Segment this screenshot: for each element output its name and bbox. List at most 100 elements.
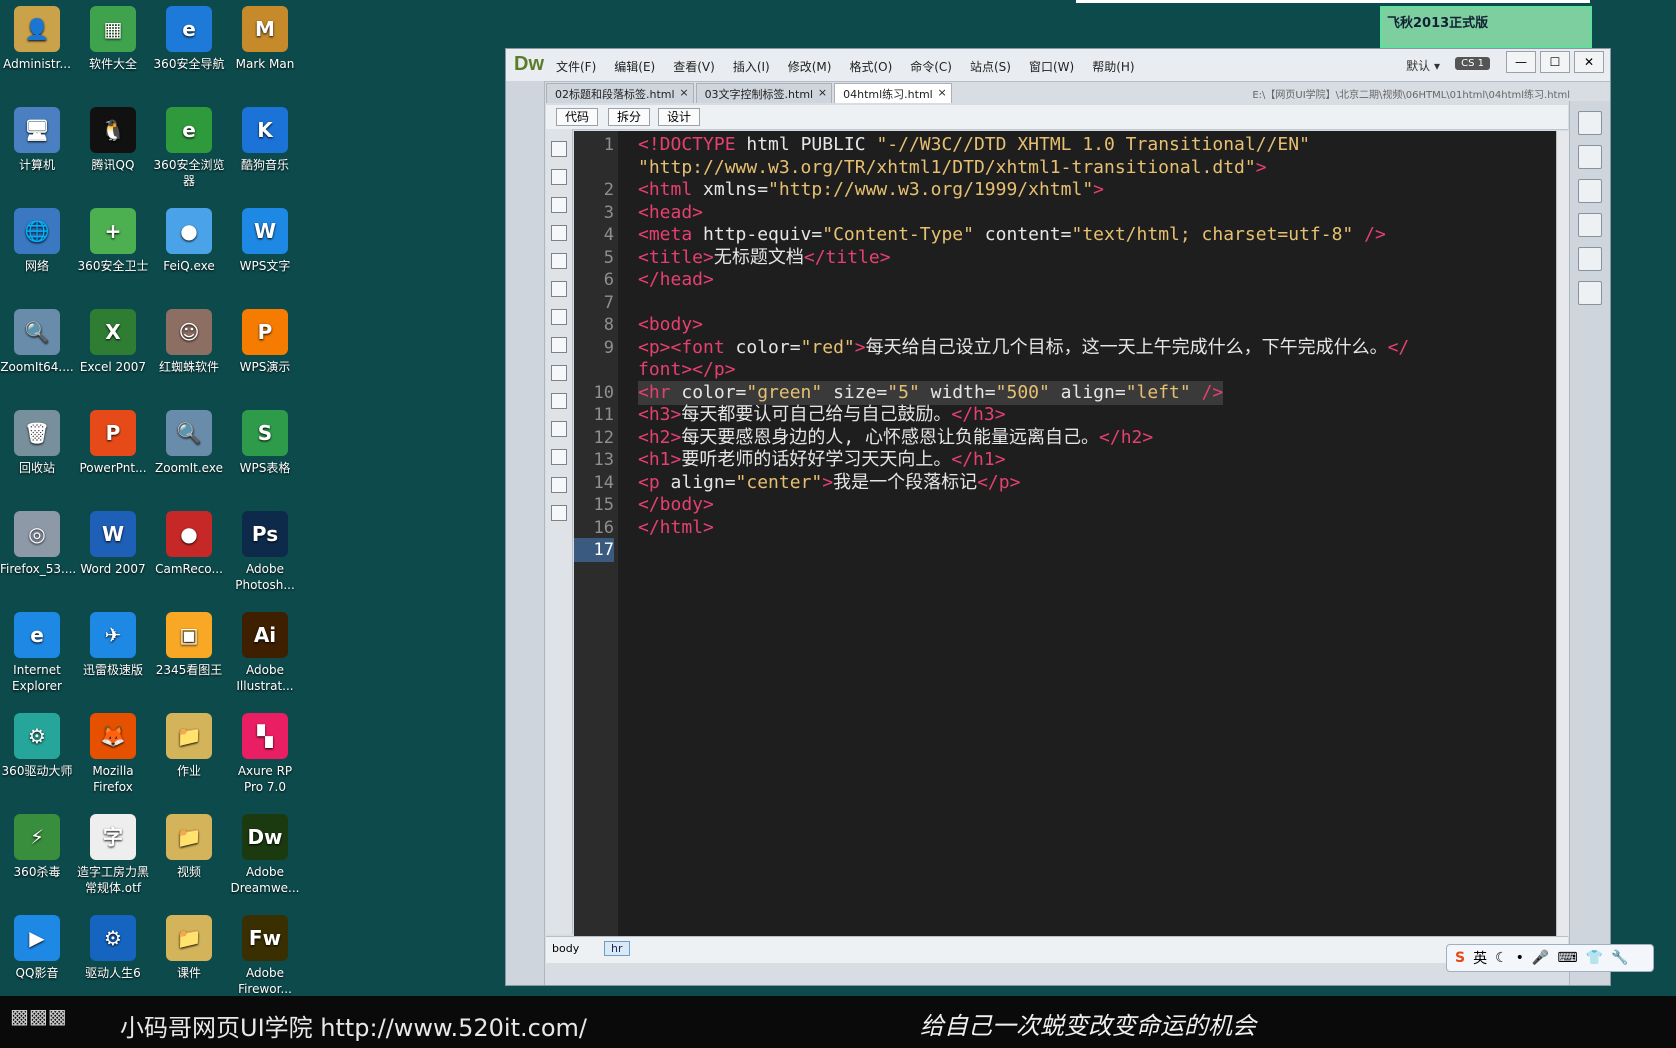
tag-selector-hr[interactable]: hr <box>604 941 630 956</box>
desktop-icon[interactable]: 🖥 计算机 <box>0 101 74 173</box>
desktop-icon[interactable]: Ps Adobe Photosh... <box>228 505 302 593</box>
desktop-icon[interactable]: S WPS表格 <box>228 404 302 476</box>
menu-item[interactable]: 格式(O) <box>849 60 892 74</box>
wrap-tag-icon[interactable] <box>551 393 567 409</box>
open-documents-icon[interactable] <box>551 141 567 157</box>
code-line[interactable]: <h3>每天都要认可自己给与自己鼓励。</h3> <box>638 403 1006 427</box>
desktop-icon[interactable]: 📁 作业 <box>152 707 226 779</box>
desktop-icon[interactable]: Ai Adobe Illustrat... <box>228 606 302 694</box>
code-line[interactable]: <p><font color="red">每天给自己设立几个目标，这一天上午完成… <box>638 336 1409 360</box>
close-button[interactable]: ✕ <box>1574 51 1604 73</box>
menu-item[interactable]: 站点(S) <box>970 60 1011 74</box>
desktop-icon[interactable]: ⚙ 驱动人生6 <box>76 909 150 981</box>
desktop-icon[interactable]: 🌐 网络 <box>0 202 74 274</box>
code-line[interactable]: <h2>每天要感恩身边的人, 心怀感恩让负能量远离自己。</h2> <box>638 426 1153 450</box>
minimize-button[interactable]: — <box>1506 51 1536 73</box>
desktop-icon[interactable]: +360安全卫士 <box>76 202 150 274</box>
code-line[interactable]: <p align="center">我是一个段落标记</p> <box>638 471 1020 495</box>
desktop-icon[interactable]: Dw Adobe Dreamwe... <box>228 808 302 896</box>
ap-elements-icon[interactable] <box>1578 281 1602 305</box>
design-view-button[interactable]: 设计 <box>658 108 701 126</box>
punct-icon[interactable]: • <box>1516 950 1524 966</box>
desktop-icon[interactable]: ▶ QQ影音 <box>0 909 74 981</box>
desktop-icon[interactable]: 🗑 回收站 <box>0 404 74 476</box>
collapse-icon[interactable] <box>551 169 567 185</box>
format-icon[interactable] <box>551 505 567 521</box>
menu-item[interactable]: 编辑(E) <box>614 60 655 74</box>
desktop-icon[interactable]: ◎ Firefox_53.... <box>0 505 76 577</box>
desktop-icon[interactable]: ⚙ 360驱动大师 <box>0 707 74 779</box>
comment-icon[interactable] <box>551 337 567 353</box>
code-line[interactable]: <body> <box>638 313 703 337</box>
document-tab[interactable]: 03文字控制标签.html × <box>695 83 833 103</box>
desktop-icon[interactable]: Fw Adobe Firewor... <box>228 909 302 997</box>
code-line[interactable]: <hr color="green" size="5" width="500" a… <box>638 380 1224 405</box>
insert-panel-icon[interactable] <box>1578 111 1602 135</box>
code-line[interactable]: </head> <box>638 268 714 292</box>
desktop-icon[interactable]: 🦊 Mozilla Firefox <box>76 707 150 795</box>
line-numbers-icon[interactable] <box>551 281 567 297</box>
snippets-panel-icon[interactable] <box>1578 213 1602 237</box>
files-panel-icon[interactable] <box>1578 145 1602 169</box>
menu-item[interactable]: 插入(I) <box>733 60 770 74</box>
css-panel-icon[interactable] <box>1578 247 1602 271</box>
word-wrap-icon[interactable] <box>551 309 567 325</box>
desktop-icon[interactable]: 📁 视频 <box>152 808 226 880</box>
desktop-icon[interactable]: W Word 2007 <box>76 505 150 577</box>
code-line[interactable]: </html> <box>638 516 714 540</box>
document-tab[interactable]: 02标题和段落标签.html × <box>546 83 694 103</box>
shirt-icon[interactable]: 👕 <box>1586 950 1603 966</box>
desktop-icon[interactable]: X Excel 2007 <box>76 303 150 375</box>
split-view-button[interactable]: 拆分 <box>608 108 651 126</box>
code-line[interactable]: <title>无标题文档</title> <box>638 246 891 270</box>
desktop-icon[interactable]: P WPS演示 <box>228 303 302 375</box>
code-editor[interactable]: <!DOCTYPE html PUBLIC "-//W3C//DTD XHTML… <box>618 131 1556 936</box>
desktop-icon[interactable]: 👤 Administr... <box>0 0 74 72</box>
uncomment-icon[interactable] <box>551 365 567 381</box>
desktop-icon[interactable]: K 酷狗音乐 <box>228 101 302 173</box>
desktop-icon[interactable]: ✈ 迅雷极速版 <box>76 606 150 678</box>
menu-item[interactable]: 窗口(W) <box>1029 60 1074 74</box>
snippets-icon[interactable] <box>551 421 567 437</box>
moon-icon[interactable]: ☾ <box>1495 950 1508 966</box>
workspace-preset[interactable]: 默认 ▾ <box>1406 57 1440 74</box>
balance-braces-icon[interactable] <box>551 253 567 269</box>
ime-language[interactable]: 英 <box>1473 948 1487 968</box>
tab-close-icon[interactable]: × <box>818 86 827 99</box>
desktop-icon[interactable]: ● FeiQ.exe <box>152 202 226 274</box>
desktop-icon[interactable]: e 360安全浏览器 <box>152 101 226 189</box>
desktop-icon[interactable]: 🐧 腾讯QQ <box>76 101 150 173</box>
cs-live-badge[interactable]: CS 1 <box>1455 57 1490 70</box>
desktop-icon[interactable]: e 360安全导航 <box>152 0 226 72</box>
tag-selector-body[interactable]: body <box>552 942 579 955</box>
desktop-icon[interactable]: ☺ 红蜘蛛软件 <box>152 303 226 375</box>
assets-panel-icon[interactable] <box>1578 179 1602 203</box>
desktop-icon[interactable]: ⚡ 360杀毒 <box>0 808 74 880</box>
ime-toolbar[interactable]: S 英 ☾ • 🎤 ⌨ 👕 🔧 <box>1446 944 1654 972</box>
code-line[interactable]: <!DOCTYPE html PUBLIC "-//W3C//DTD XHTML… <box>638 133 1310 157</box>
select-parent-icon[interactable] <box>551 225 567 241</box>
mic-icon[interactable]: 🎤 <box>1532 950 1549 966</box>
code-line[interactable]: <head> <box>638 201 703 225</box>
outdent-icon[interactable] <box>551 477 567 493</box>
desktop-icon[interactable]: 📁 课件 <box>152 909 226 981</box>
tab-close-icon[interactable]: × <box>938 86 947 99</box>
maximize-button[interactable]: ☐ <box>1540 51 1570 73</box>
desktop-icon[interactable]: M Mark Man <box>228 0 302 72</box>
tab-close-icon[interactable]: × <box>679 86 688 99</box>
menu-item[interactable]: 修改(M) <box>788 60 832 74</box>
desktop-icon[interactable]: ● CamReco... <box>152 505 226 577</box>
keyboard-icon[interactable]: ⌨ <box>1557 950 1577 966</box>
desktop-icon[interactable]: 🔍 ZoomIt.exe <box>152 404 226 476</box>
menu-item[interactable]: 帮助(H) <box>1092 60 1134 74</box>
feiq-panel[interactable]: 飞秋2013正式版 <box>1380 6 1592 48</box>
menu-item[interactable]: 查看(V) <box>673 60 715 74</box>
code-line[interactable]: <h1>要听老师的话好好学习天天向上。</h1> <box>638 448 1006 472</box>
code-line[interactable]: <html xmlns="http://www.w3.org/1999/xhtm… <box>638 178 1104 202</box>
document-tab[interactable]: 04html练习.html × <box>834 83 952 103</box>
menu-item[interactable]: 文件(F) <box>556 60 596 74</box>
desktop-icon[interactable]: W WPS文字 <box>228 202 302 274</box>
code-line[interactable]: font></p> <box>638 358 736 382</box>
expand-icon[interactable] <box>551 197 567 213</box>
desktop-icon[interactable]: ▣ 2345看图王 <box>152 606 226 678</box>
